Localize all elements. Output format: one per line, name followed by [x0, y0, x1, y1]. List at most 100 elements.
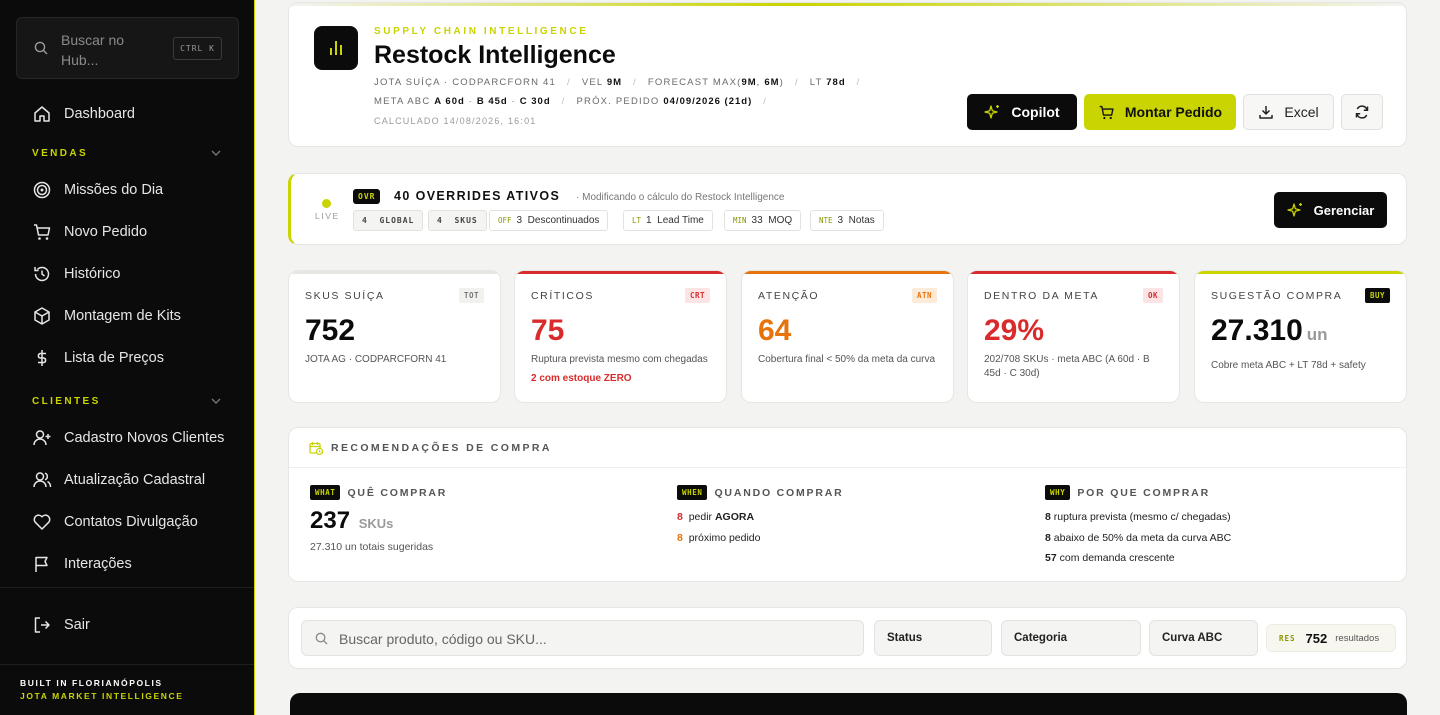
what-column: WHAT QUÊ COMPRAR: [310, 484, 447, 502]
kpi-tag: BUY: [1364, 288, 1390, 303]
sidebar-divider: [0, 587, 254, 588]
recommendations-title: RECOMENDAÇÕES DE COMPRA: [331, 442, 552, 454]
categoria-select[interactable]: Categoria: [1001, 620, 1141, 656]
why-text: com demanda crescente: [1059, 552, 1175, 564]
sidebar-item-contatos[interactable]: Contatos Divulgação: [0, 507, 254, 539]
copilot-button[interactable]: Copilot: [967, 94, 1077, 130]
chip-skus[interactable]: 4 SKUS: [428, 210, 487, 231]
sidebar-item-dashboard[interactable]: Dashboard: [0, 99, 254, 131]
why-column: WHY POR QUE COMPRAR: [1045, 484, 1210, 502]
recommendations-card: RECOMENDAÇÕES DE COMPRA WHAT QUÊ COMPRAR …: [288, 427, 1407, 582]
what-title: QUÊ COMPRAR: [347, 486, 448, 499]
why-text: ruptura prevista (mesmo c/ chegadas): [1053, 511, 1231, 523]
results-number: 752: [1305, 630, 1328, 646]
page-eyebrow: SUPPLY CHAIN INTELLIGENCE: [374, 26, 589, 37]
chip-tag: MIN: [733, 216, 747, 225]
what-badge: WHAT: [310, 485, 341, 501]
next-order-label: PRÓX. PEDIDO: [576, 96, 660, 107]
chip-count: 33: [751, 215, 763, 226]
kpi-tag: ATN: [911, 288, 937, 303]
dollar-icon: [31, 347, 53, 369]
chip-count: 1: [646, 215, 652, 226]
users-icon: [31, 469, 53, 491]
kpi-tag: OK: [1142, 288, 1163, 303]
page-header-card: SUPPLY CHAIN INTELLIGENCE Restock Intell…: [288, 2, 1407, 147]
chip-lead-time[interactable]: LT 1 Lead Time: [623, 210, 713, 231]
calendar-clock-icon: [309, 441, 324, 460]
lt-label: LT: [809, 77, 823, 88]
montar-pedido-button[interactable]: Montar Pedido: [1084, 94, 1236, 130]
results-label: resultados: [1335, 632, 1380, 644]
kpi-label: ATENÇÃO: [758, 290, 820, 302]
target-icon: [31, 179, 53, 201]
gerenciar-button[interactable]: Gerenciar: [1274, 192, 1387, 228]
live-indicator: [322, 199, 331, 208]
chip-descontinuados[interactable]: OFF 3 Descontinuados: [489, 210, 609, 231]
calculated-timestamp: CALCULADO 14/08/2026, 16:01: [374, 116, 537, 126]
status-select[interactable]: Status: [874, 620, 992, 656]
chip-count: 4: [437, 216, 443, 225]
hub-search[interactable]: Buscar no Hub... CTRL K: [16, 17, 239, 79]
kpi-dentro-meta: DENTRO DA META OK 29% 202/708 SKUs · met…: [967, 270, 1180, 403]
flag-icon: [31, 553, 53, 575]
sidebar: Buscar no Hub... CTRL K Dashboard VENDAS…: [0, 0, 255, 715]
kpi-note: 202/708 SKUs · meta ABC (A 60d · B 45d ·…: [984, 354, 1150, 379]
chip-count: 4: [362, 216, 368, 225]
excel-label: Excel: [1284, 104, 1319, 120]
gerenciar-label: Gerenciar: [1313, 202, 1375, 218]
sidebar-divider: [0, 664, 254, 665]
sidebar-item-label: Contatos Divulgação: [64, 514, 198, 530]
product-search-placeholder: Buscar produto, código ou SKU...: [339, 631, 547, 647]
sidebar-item-label: Cadastro Novos Clientes: [64, 430, 225, 446]
search-icon: [34, 41, 48, 60]
kpi-label: SKUS SUÍÇA: [305, 290, 385, 302]
chip-tag: LT: [632, 216, 642, 225]
overrides-card: LIVE OVR 40 OVERRIDES ATIVOS · Modifican…: [288, 173, 1407, 245]
sidebar-item-precos[interactable]: Lista de Preços: [0, 343, 254, 375]
product-search-input[interactable]: Buscar produto, código ou SKU...: [301, 620, 864, 656]
user-plus-icon: [31, 427, 53, 449]
kpi-label: DENTRO DA META: [984, 290, 1099, 302]
chip-global[interactable]: 4 GLOBAL: [353, 210, 424, 231]
kpi-note: Ruptura prevista mesmo com chegadas: [531, 354, 708, 365]
sidebar-item-historico[interactable]: Histórico: [0, 259, 254, 291]
when-column: WHEN QUANDO COMPRAR: [677, 484, 844, 502]
sidebar-item-interacoes[interactable]: Interações: [0, 549, 254, 581]
kpi-value: 27.310 un: [1211, 314, 1328, 348]
sidebar-item-label: Missões do Dia: [64, 182, 164, 198]
what-unit: SKUs: [358, 516, 394, 531]
refresh-button[interactable]: [1341, 94, 1383, 130]
home-icon: [31, 103, 53, 125]
section-clientes: CLIENTES: [32, 396, 101, 407]
forecast-value-1: 9M: [741, 77, 757, 88]
when-line-next: 8 próximo pedido: [677, 532, 760, 544]
kpi-sugestao: SUGESTÃO COMPRA BUY 27.310 un Cobre meta …: [1194, 270, 1407, 403]
excel-export-button[interactable]: Excel: [1243, 94, 1334, 130]
chip-tag: NTE: [819, 216, 833, 225]
live-label: LIVE: [315, 211, 340, 221]
curva-abc-select[interactable]: Curva ABC: [1149, 620, 1258, 656]
sidebar-item-atualizacao[interactable]: Atualização Cadastral: [0, 465, 254, 497]
chip-moq[interactable]: MIN 33 MOQ: [724, 210, 802, 231]
logout-button[interactable]: Sair: [0, 610, 254, 642]
why-count: 8: [1045, 511, 1051, 523]
sidebar-item-missoes[interactable]: Missões do Dia: [0, 175, 254, 207]
chip-label: MOQ: [768, 215, 793, 226]
chip-notas[interactable]: NTE 3 Notas: [810, 210, 884, 231]
sidebar-item-kits[interactable]: Montagem de Kits: [0, 301, 254, 333]
why-line: 8 abaixo de 50% da meta da curva ABC: [1045, 532, 1231, 544]
kpi-note: JOTA AG · CODPARCFORN 41: [305, 354, 447, 365]
chip-label: Lead Time: [657, 215, 704, 226]
overrides-subtitle: · Modificando o cálculo do Restock Intel…: [576, 192, 785, 203]
chevron-down-icon[interactable]: [209, 394, 223, 408]
sidebar-item-label: Lista de Preços: [64, 350, 164, 366]
what-value: 237 SKUs: [310, 507, 393, 535]
sidebar-item-cadastro[interactable]: Cadastro Novos Clientes: [0, 423, 254, 455]
kpi-tag: TOT: [458, 288, 484, 303]
chip-count: 3: [837, 215, 844, 226]
logout-label: Sair: [64, 617, 90, 633]
forecast-label: FORECAST MAX(: [647, 77, 742, 88]
sidebar-item-novo-pedido[interactable]: Novo Pedido: [0, 217, 254, 249]
kpi-accent-bar: [515, 271, 726, 274]
chevron-down-icon[interactable]: [209, 146, 223, 160]
